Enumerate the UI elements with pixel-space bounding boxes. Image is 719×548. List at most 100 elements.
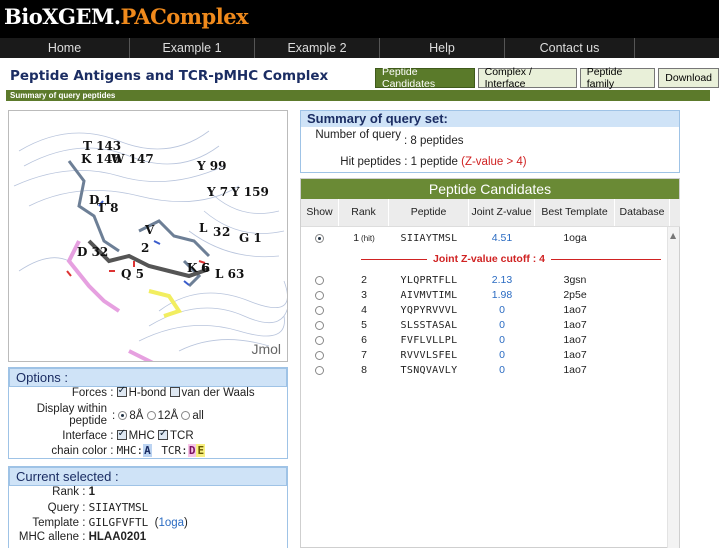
forces-row: Forces : H-bond van der Waals xyxy=(9,385,289,399)
jmol-viewer[interactable]: T 143 K 146 W 147 Y 99 Y 7 Y 159 D 1 T 8… xyxy=(8,110,288,362)
rank-cell: 4 xyxy=(361,304,367,316)
residue-label: Y 7 xyxy=(207,185,229,199)
database-cell xyxy=(615,231,670,245)
joint-z-cell: 4.51 xyxy=(491,232,513,244)
radio-8a[interactable] xyxy=(118,411,128,420)
residue-label: G 1 xyxy=(239,231,262,245)
summary-hit-row: Hit peptides : 1 peptide (Z-value > 4) xyxy=(301,156,681,168)
nav-help[interactable]: Help xyxy=(380,38,505,58)
template-link[interactable]: 1oga xyxy=(158,517,184,529)
residue-label: 2 xyxy=(141,241,150,255)
header-bar: BioXGEM.PAComplex xyxy=(0,0,719,38)
database-cell xyxy=(615,363,670,377)
template-cell: 1oga xyxy=(563,232,587,244)
hbond-checkbox[interactable] xyxy=(116,385,127,397)
vdw-checkbox[interactable] xyxy=(169,387,180,397)
summary-strip: Summary of query peptides xyxy=(6,90,710,101)
template-cell: 3gsn xyxy=(563,274,587,286)
query-value: SIIAYTMSL xyxy=(88,501,149,514)
show-radio-cell xyxy=(301,288,339,302)
current-query-row: Query : SIIAYTMSL xyxy=(9,501,149,514)
display-row: Display within peptide : 8Å 12Å all xyxy=(9,403,289,429)
table-row: 7 RVVVLSFEL 0 1ao7 xyxy=(301,348,680,362)
radio-all-label: all xyxy=(192,410,204,422)
rank-value: 1 xyxy=(88,486,95,498)
joint-z-cell: 0 xyxy=(499,334,505,346)
template-cell: 1ao7 xyxy=(563,304,587,316)
show-radio[interactable] xyxy=(314,305,324,315)
nav-example-2[interactable]: Example 2 xyxy=(255,38,380,58)
current-allele-row: MHC allene : HLAA0201 xyxy=(9,531,146,543)
nav-example-1[interactable]: Example 1 xyxy=(130,38,255,58)
nav-contact[interactable]: Contact us xyxy=(505,38,635,58)
cutoff-label: Joint Z-value cutoff : 4 xyxy=(427,253,552,265)
table-row: 8 TSNQVAVLY 0 1ao7 xyxy=(301,363,680,377)
rank-cell: 2 xyxy=(361,274,367,286)
candidates-title: Peptide Candidates xyxy=(301,179,679,199)
show-radio[interactable] xyxy=(314,290,324,300)
joint-z-cell: 0 xyxy=(499,349,505,361)
candidates-header: Show Rank Peptide Joint Z-value Best Tem… xyxy=(301,199,680,227)
col-show: Show xyxy=(301,199,339,226)
show-radio-cell xyxy=(301,303,339,317)
database-cell xyxy=(615,318,670,332)
vdw-label: van der Waals xyxy=(181,387,255,399)
show-radio[interactable] xyxy=(314,350,324,360)
mhc-checkbox[interactable] xyxy=(116,428,127,440)
show-radio[interactable] xyxy=(314,233,324,243)
show-radio[interactable] xyxy=(314,320,324,330)
options-panel: Options : Forces : H-bond van der Waals … xyxy=(8,367,288,459)
template-value: GILGFVFTL xyxy=(88,516,149,529)
rank-cell: 7 xyxy=(361,349,367,361)
peptide-cell: YQPYRVVVL xyxy=(400,304,458,316)
tab-peptide-family[interactable]: Peptide family xyxy=(579,66,656,90)
hit-label: Hit peptides xyxy=(340,156,401,168)
show-radio[interactable] xyxy=(314,275,324,285)
show-radio[interactable] xyxy=(314,365,324,375)
rank-cell: 3 xyxy=(361,289,367,301)
site-logo[interactable]: BioXGEM.PAComplex xyxy=(4,4,249,29)
table-scrollbar[interactable]: ▲ xyxy=(667,227,679,548)
nav-home[interactable]: Home xyxy=(0,38,130,58)
joint-z-cell: 0 xyxy=(499,364,505,376)
hit-note: (Z-value > 4) xyxy=(461,156,527,168)
rank-cell: 1 (hit) xyxy=(339,231,389,245)
joint-z-cell: 0 xyxy=(499,319,505,331)
table-row: 6 FVFLVLLPL 0 1ao7 xyxy=(301,333,680,347)
forces-label: Forces xyxy=(71,387,107,399)
interface-row: Interface : MHC TCR xyxy=(9,428,289,442)
residue-label: W 147 xyxy=(111,152,154,166)
candidates-panel: Peptide Candidates Show Rank Peptide Joi… xyxy=(300,178,680,548)
summary-title: Summary of query set: xyxy=(301,111,679,127)
database-cell xyxy=(615,273,670,287)
joint-z-cell: 0 xyxy=(499,304,505,316)
main-nav: Home Example 1 Example 2 Help Contact us xyxy=(0,38,719,58)
tab-download[interactable]: Download xyxy=(658,68,719,88)
peptide-cell: FVFLVLLPL xyxy=(400,334,458,346)
page-title: Peptide Antigens and TCR-pMHC Complex xyxy=(10,68,329,84)
summary-number-row: Number of query : 8 peptides xyxy=(301,129,681,147)
show-radio-cell xyxy=(301,231,339,245)
tab-peptide-candidates[interactable]: Peptide Candidates xyxy=(375,66,475,90)
joint-z-cell: 1.98 xyxy=(491,289,513,301)
peptide-cell: SIIAYTMSL xyxy=(400,232,458,244)
peptide-cell: RVVVLSFEL xyxy=(400,349,458,361)
radio-12a[interactable] xyxy=(146,411,156,420)
show-radio[interactable] xyxy=(314,335,324,345)
rank-cell: 8 xyxy=(361,364,367,376)
peptide-cell: AIVMVTIML xyxy=(400,289,458,301)
peptide-cell: YLQPRTFLL xyxy=(400,274,458,286)
interface-label: Interface xyxy=(62,430,107,442)
scroll-up-arrow-icon[interactable]: ▲ xyxy=(670,231,676,240)
show-radio-cell xyxy=(301,363,339,377)
allele-label: MHC allene xyxy=(18,531,79,543)
options-title: Options : xyxy=(9,368,287,387)
radio-8a-label: 8Å xyxy=(129,410,144,422)
radio-all[interactable] xyxy=(181,411,191,420)
residue-label: V xyxy=(145,223,155,237)
residue-label: Y 99 xyxy=(197,159,227,173)
tab-complex-interface[interactable]: Complex / Interface xyxy=(477,66,577,90)
query-label: Query xyxy=(47,502,79,514)
tcr-checkbox[interactable] xyxy=(158,428,168,440)
mhc-chain-label: MHC: xyxy=(116,444,144,457)
